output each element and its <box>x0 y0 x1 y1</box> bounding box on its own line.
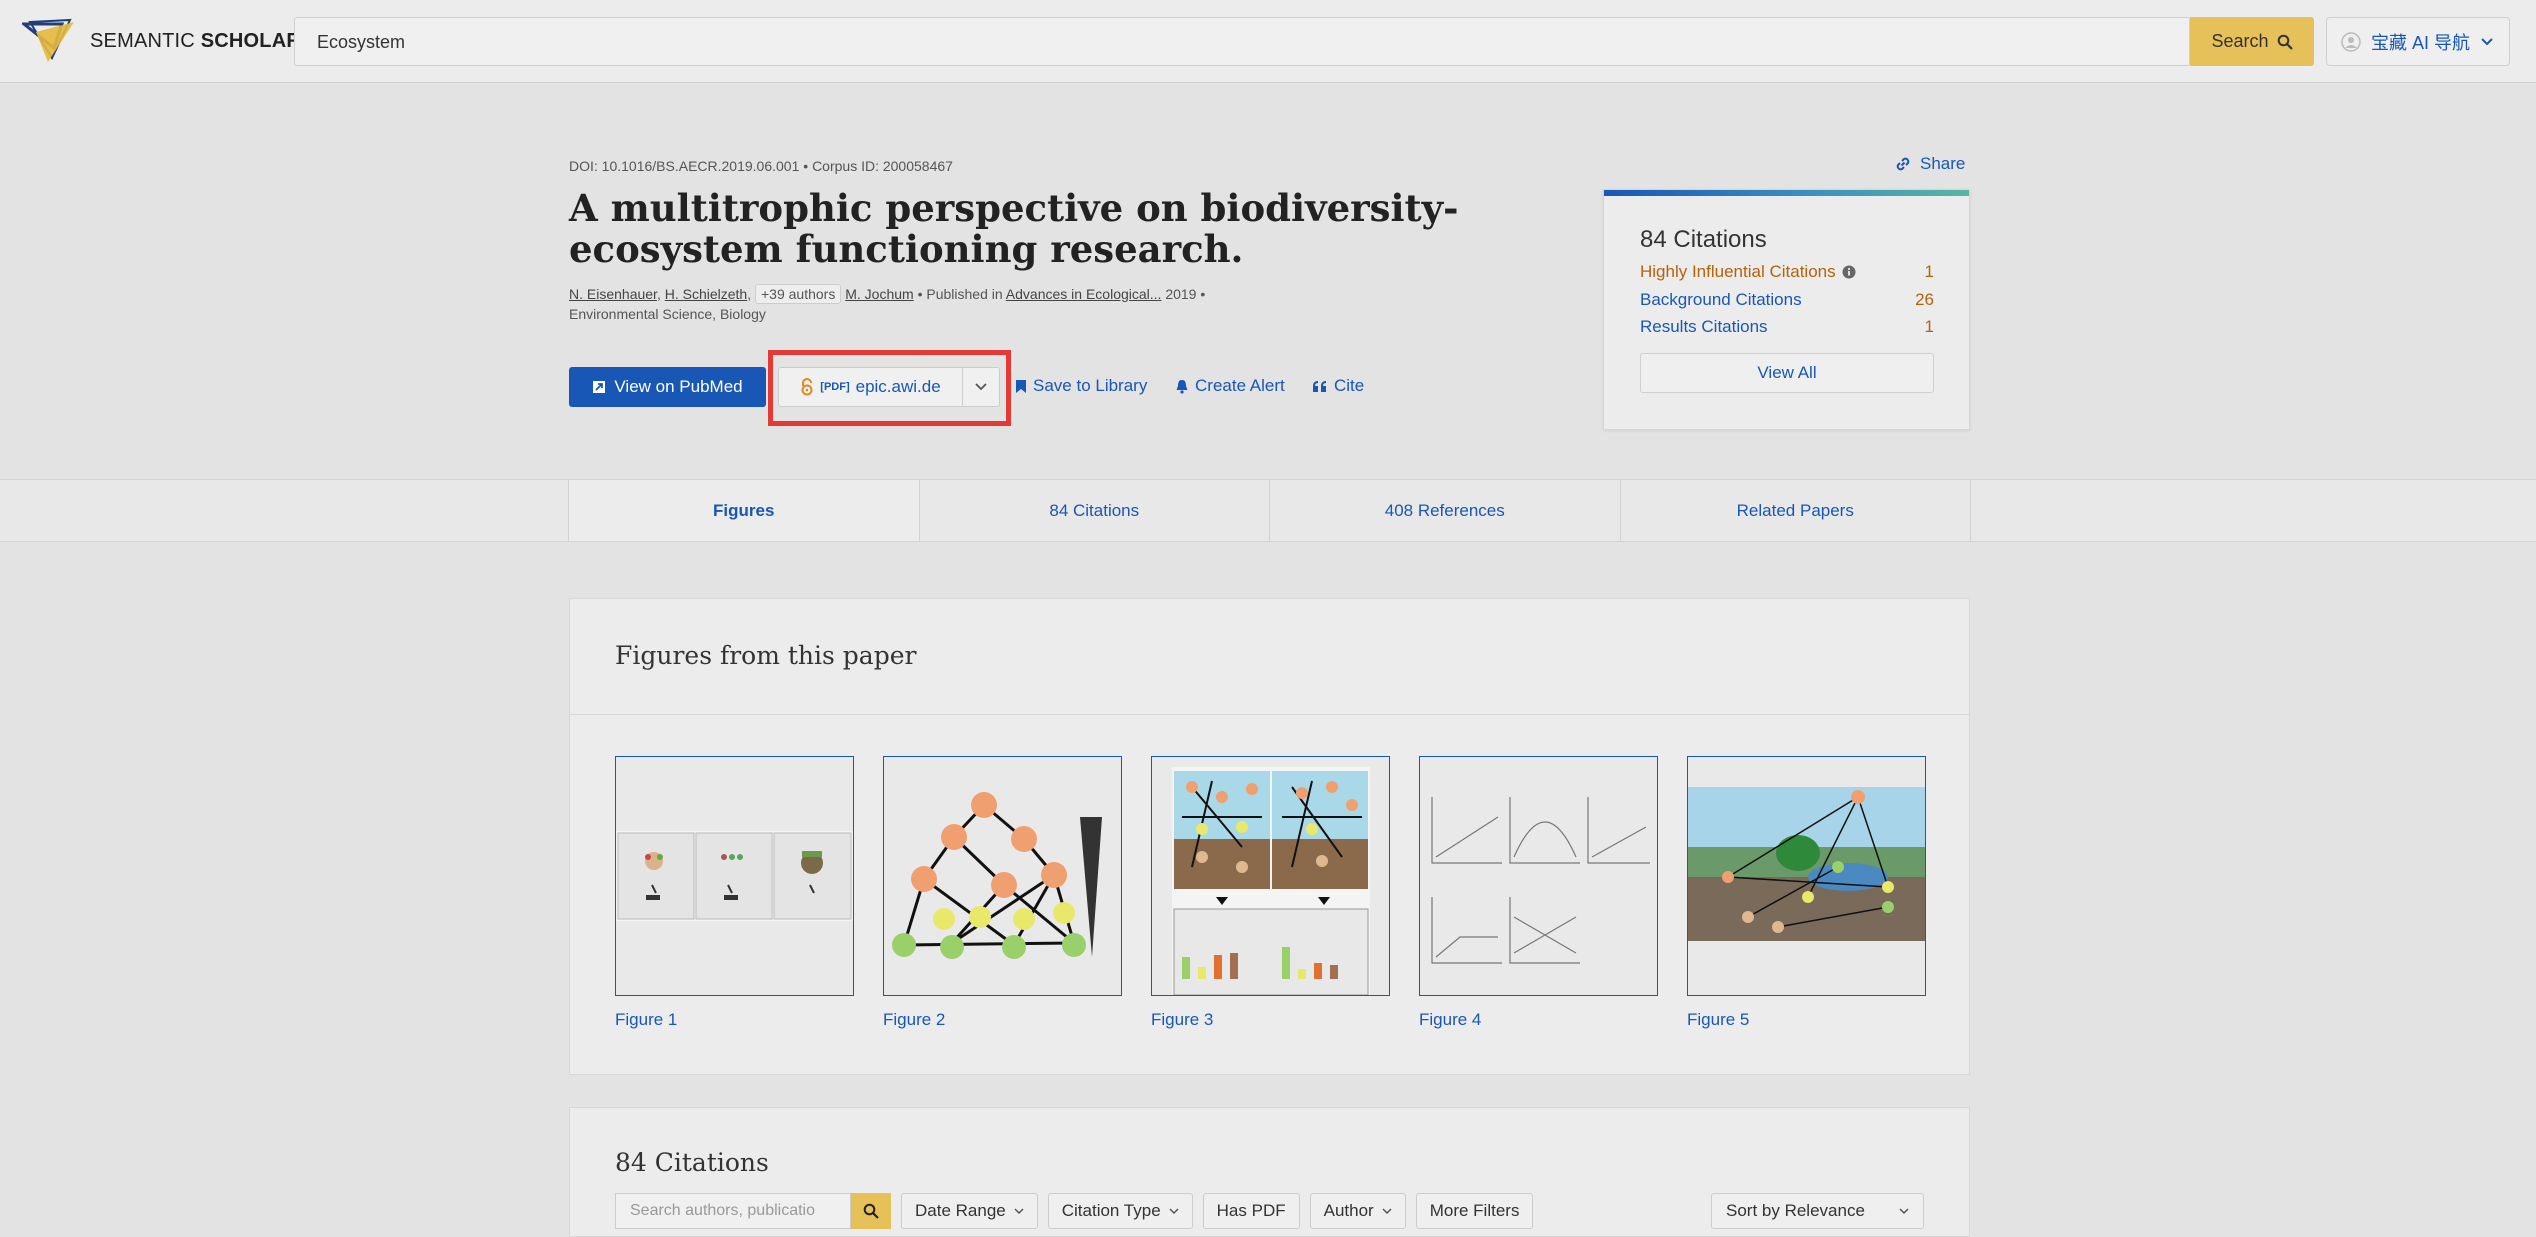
link-icon <box>1896 157 1910 171</box>
published-label: Published in <box>926 286 1003 302</box>
view-all-button[interactable]: View All <box>1640 353 1934 393</box>
figure-5-image <box>1688 787 1925 941</box>
save-to-library-button[interactable]: Save to Library <box>1015 376 1147 396</box>
figure-thumbnail-2[interactable] <box>883 756 1122 996</box>
pdf-dropdown-toggle[interactable] <box>962 368 999 406</box>
figure-3-image <box>1172 767 1370 995</box>
semantic-scholar-logo[interactable]: SEMANTIC SCHOLAR <box>22 18 301 64</box>
section-tabs-bar: Figures 84 Citations 408 References Rela… <box>0 479 2536 542</box>
bell-icon <box>1176 379 1188 394</box>
search-icon <box>863 1203 879 1219</box>
figures-title: Figures from this paper <box>615 641 917 670</box>
quote-icon <box>1313 380 1326 392</box>
citations-count-title: 84 Citations <box>1640 226 1767 253</box>
citations-summary-card: 84 Citations Highly Influential Citation… <box>1603 189 1970 430</box>
user-menu-button[interactable]: 宝藏 AI 导航 <box>2326 17 2510 66</box>
author-link[interactable]: M. Jochum <box>845 286 913 302</box>
results-citations-row[interactable]: Results Citations 1 <box>1640 317 1934 337</box>
chevron-down-icon <box>1382 1207 1392 1214</box>
citations-section: 84 Citations Search authors, publicatio … <box>569 1107 1970 1237</box>
doi: DOI: 10.1016/BS.AECR.2019.06.001 <box>569 158 800 174</box>
search-bar <box>294 17 2190 67</box>
search-input[interactable] <box>315 18 2119 67</box>
figure-thumbnail-4[interactable] <box>1419 756 1658 996</box>
figure-caption-3[interactable]: Figure 3 <box>1151 1010 1213 1030</box>
citation-search-button[interactable] <box>851 1193 891 1229</box>
more-filters-button[interactable]: More Filters <box>1415 1193 1534 1229</box>
figure-thumbnail-1[interactable] <box>615 756 854 996</box>
pdf-source: epic.awi.de <box>855 377 941 396</box>
search-button[interactable]: Search <box>2190 17 2314 66</box>
top-header: SEMANTIC SCHOLAR Search 宝藏 AI 导航 <box>0 0 2536 83</box>
pdf-link[interactable]: [PDF] epic.awi.de <box>779 368 962 406</box>
figures-card: Figures from this paper Figure 1 Figure … <box>569 598 1970 1075</box>
figure-thumbnail-3[interactable] <box>1151 756 1390 996</box>
tab-citations[interactable]: 84 Citations <box>920 480 1270 541</box>
search-icon <box>2277 34 2293 50</box>
user-name: 宝藏 AI 导航 <box>2371 32 2471 53</box>
paper-actions: View on PubMed <box>569 367 766 407</box>
citation-type-filter[interactable]: Citation Type <box>1047 1193 1193 1229</box>
chevron-down-icon <box>2481 37 2493 45</box>
date-range-filter[interactable]: Date Range <box>901 1193 1038 1229</box>
info-icon[interactable] <box>1842 265 1856 279</box>
background-citations-row[interactable]: Background Citations 26 <box>1640 290 1934 310</box>
logo-text: SEMANTIC SCHOLAR <box>90 29 302 52</box>
create-alert-button[interactable]: Create Alert <box>1175 376 1285 396</box>
venue-link[interactable]: Advances in Ecological... <box>1006 286 1162 302</box>
tab-references[interactable]: 408 References <box>1270 480 1621 541</box>
citation-search-input[interactable]: Search authors, publicatio <box>615 1193 851 1229</box>
author-filter[interactable]: Author <box>1309 1193 1406 1229</box>
open-access-icon <box>801 378 813 396</box>
highly-influential-row[interactable]: Highly Influential Citations 1 <box>1640 262 1934 282</box>
bookmark-icon <box>1016 379 1026 393</box>
tab-related-papers[interactable]: Related Papers <box>1621 480 1971 541</box>
tab-figures[interactable]: Figures <box>569 480 920 541</box>
chevron-down-icon <box>1899 1207 1909 1214</box>
author-link[interactable]: H. Schielzeth <box>665 286 747 302</box>
author-link[interactable]: N. Eisenhauer <box>569 286 657 302</box>
year: 2019 <box>1165 286 1197 302</box>
figures-card-header: Figures from this paper <box>570 599 1969 715</box>
figure-caption-4[interactable]: Figure 4 <box>1419 1010 1481 1030</box>
figure-caption-5[interactable]: Figure 5 <box>1687 1010 1749 1030</box>
corpus-id: Corpus ID: 200058467 <box>812 158 953 174</box>
more-authors-button[interactable]: +39 authors <box>755 284 842 304</box>
logo-icon <box>22 18 74 62</box>
cite-button[interactable]: Cite <box>1312 376 1364 396</box>
card-accent-bar <box>1604 190 1969 196</box>
pdf-tag: [PDF] <box>820 381 850 393</box>
paper-identifiers: DOI: 10.1016/BS.AECR.2019.06.001 • Corpu… <box>569 158 953 174</box>
figure-2-image <box>892 792 1114 959</box>
pdf-button[interactable]: [PDF] epic.awi.de <box>778 367 1000 407</box>
sort-dropdown[interactable]: Sort by Relevance <box>1711 1193 1924 1229</box>
chevron-down-icon <box>1014 1207 1024 1214</box>
view-on-pubmed-button[interactable]: View on PubMed <box>569 367 766 407</box>
figure-1-image <box>616 831 853 921</box>
authors-line: N. Eisenhauer, H. Schielzeth, +39 author… <box>569 284 1206 304</box>
has-pdf-filter[interactable]: Has PDF <box>1202 1193 1300 1229</box>
figure-4-image <box>1431 797 1650 964</box>
share-button[interactable]: Share <box>1894 154 1965 174</box>
figure-thumbnail-5[interactable] <box>1687 756 1926 996</box>
section-tabs: Figures 84 Citations 408 References Rela… <box>568 480 1971 541</box>
chevron-down-icon <box>975 383 987 391</box>
citation-filters: Search authors, publicatio Date Range Ci… <box>615 1193 1534 1229</box>
fields-of-study: Environmental Science, Biology <box>569 306 766 322</box>
citations-section-title: 84 Citations <box>615 1148 769 1177</box>
avatar-icon <box>2341 31 2361 52</box>
external-link-icon <box>593 381 606 393</box>
paper-title: A multitrophic perspective on biodiversi… <box>569 186 1459 271</box>
chevron-down-icon <box>1169 1207 1179 1214</box>
figure-caption-1[interactable]: Figure 1 <box>615 1010 677 1030</box>
figure-caption-2[interactable]: Figure 2 <box>883 1010 945 1030</box>
